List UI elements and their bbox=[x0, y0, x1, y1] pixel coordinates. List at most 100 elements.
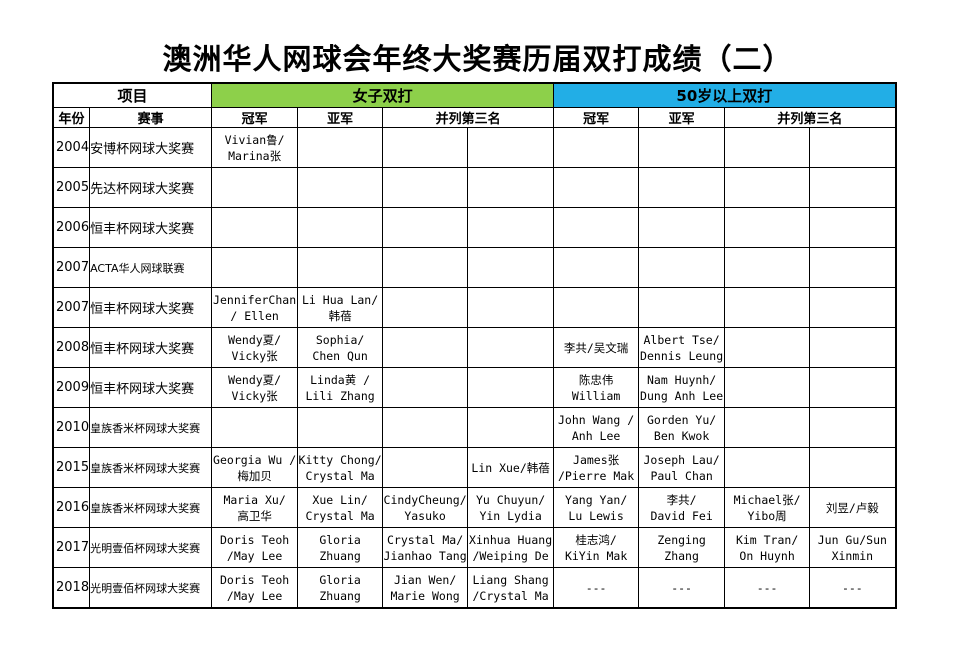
player-line: 高卫华 bbox=[237, 509, 272, 523]
player-line: 梅加贝 bbox=[237, 469, 272, 483]
year-cell: 2007 bbox=[52, 287, 91, 328]
player-line: Yasuko bbox=[404, 509, 446, 523]
women-third-2-cell bbox=[467, 407, 555, 448]
women-runner-up-cell bbox=[297, 407, 384, 448]
player-line: Anh Lee bbox=[571, 429, 621, 443]
women-third-1-cell bbox=[382, 287, 469, 328]
player-line: Yin Lydia bbox=[479, 509, 542, 523]
player-line: Doris Teoh bbox=[219, 533, 290, 547]
player-line: / Ellen bbox=[230, 309, 279, 323]
over50-third-2-cell bbox=[809, 167, 897, 208]
player-line: Lu Lewis bbox=[568, 509, 624, 523]
player-line: --- bbox=[841, 580, 863, 595]
header-over50-champion: 冠军 bbox=[553, 107, 640, 128]
table-row: 2008 恒丰杯网球大奖赛 Wendy夏/Vicky张 Sophia/Chen Qun… bbox=[52, 327, 897, 368]
player-line: John Wang / bbox=[558, 413, 635, 427]
over50-third-1-cell bbox=[724, 367, 811, 408]
player-line: Yu Chuyun/ bbox=[475, 493, 546, 507]
women-runner-up-cell: Gloria Zhuang bbox=[297, 527, 384, 568]
player-line: Marie Wong bbox=[390, 589, 460, 603]
page-title: 澳洲华人网球会年终大奖赛历届双打成绩（二） bbox=[162, 42, 793, 76]
over50-third-1-cell: --- bbox=[724, 567, 811, 609]
over50-champion-cell bbox=[553, 207, 640, 248]
women-third-2-cell bbox=[467, 247, 555, 288]
table-row: 2015 皇族香米杯网球大奖赛 Georgia Wu / 梅加贝 Kitty Chong… bbox=[52, 447, 897, 488]
player-line: 韩蓓 bbox=[328, 309, 352, 323]
table-row: 2009 恒丰杯网球大奖赛 Wendy夏/Vicky张 Linda黄 / Lili Zh… bbox=[52, 367, 897, 408]
year-cell: 2004 bbox=[52, 127, 91, 168]
player-line: 李共/吴文瑞 bbox=[563, 340, 629, 355]
header-year: 年份 bbox=[52, 107, 91, 128]
year-cell: 2018 bbox=[52, 567, 91, 609]
player-line: /May Lee bbox=[226, 549, 283, 563]
header-women-runner-up: 亚军 bbox=[297, 107, 384, 128]
year-cell: 2009 bbox=[52, 367, 91, 408]
player-line: Gloria bbox=[319, 573, 361, 587]
women-champion-cell: Wendy夏/Vicky张 bbox=[211, 327, 299, 368]
header-project: 项目 bbox=[52, 82, 213, 108]
player-line: Chen Qun bbox=[312, 349, 368, 363]
year-cell: 2007 bbox=[52, 247, 91, 288]
over50-third-2-cell bbox=[809, 447, 897, 488]
player-line: Lili Zhang bbox=[305, 389, 375, 403]
over50-third-1-cell: Michael张/Yibo周 bbox=[724, 487, 811, 528]
player-line: Jun Gu/Sun bbox=[817, 533, 887, 547]
player-line: Gloria bbox=[319, 533, 361, 547]
header-women-third: 并列第三名 bbox=[382, 107, 555, 128]
player-line: /Crystal Ma bbox=[472, 589, 549, 603]
women-champion-cell bbox=[211, 207, 299, 248]
women-runner-up-cell: Gloria Zhuang bbox=[297, 567, 384, 609]
over50-champion-cell: Yang Yan/Lu Lewis bbox=[553, 487, 640, 528]
header-event: 赛事 bbox=[89, 107, 213, 128]
over50-runner-up-cell bbox=[638, 287, 726, 328]
event-cell: 恒丰杯网球大奖赛 bbox=[89, 367, 213, 408]
player-line: Lin Xue/韩蓓 bbox=[471, 460, 550, 475]
player-line: Crystal Ma bbox=[305, 509, 375, 523]
women-third-2-cell bbox=[467, 367, 555, 408]
table-row: 2007 ACTA华人网球联赛 bbox=[52, 247, 897, 288]
women-third-2-cell bbox=[467, 287, 555, 328]
player-line: Li Hua Lan/ bbox=[302, 293, 379, 307]
women-runner-up-cell: Kitty Chong/Crystal Ma bbox=[297, 447, 384, 488]
women-champion-cell: Doris Teoh/May Lee bbox=[211, 567, 299, 609]
women-third-2-cell: Lin Xue/韩蓓 bbox=[467, 447, 555, 488]
women-runner-up-cell: Xue Lin/Crystal Ma bbox=[297, 487, 384, 528]
women-champion-cell bbox=[211, 167, 299, 208]
over50-third-2-cell bbox=[809, 407, 897, 448]
over50-champion-cell bbox=[553, 167, 640, 208]
over50-champion-cell: John Wang / Anh Lee bbox=[553, 407, 640, 448]
over50-runner-up-cell: Zenging Zhang bbox=[638, 527, 726, 568]
player-line: KiYin Mak bbox=[564, 549, 628, 563]
women-champion-cell: Doris Teoh/May Lee bbox=[211, 527, 299, 568]
women-third-1-cell bbox=[382, 447, 469, 488]
year-cell: 2010 bbox=[52, 407, 91, 448]
player-line: Marina张 bbox=[228, 149, 282, 163]
event-cell: 皇族香米杯网球大奖赛 bbox=[89, 447, 213, 488]
over50-third-1-cell bbox=[724, 287, 811, 328]
player-line: 陈忠伟 bbox=[578, 373, 614, 387]
over50-third-1-cell bbox=[724, 207, 811, 248]
table-row: 2017 光明壹佰杯网球大奖赛 Doris Teoh/May Lee Gloria Zh… bbox=[52, 527, 897, 568]
player-line: Gorden Yu/ bbox=[646, 413, 717, 427]
player-line: Yibo周 bbox=[747, 509, 787, 523]
over50-champion-cell bbox=[553, 247, 640, 288]
women-champion-cell: Georgia Wu / 梅加贝 bbox=[211, 447, 299, 488]
table-row: 2016 皇族香米杯网球大奖赛 Maria Xu/高卫华 Xue Lin/Crysta… bbox=[52, 487, 897, 528]
women-champion-cell: Maria Xu/高卫华 bbox=[211, 487, 299, 528]
event-cell: 皇族香米杯网球大奖赛 bbox=[89, 487, 213, 528]
player-line: Paul Chan bbox=[650, 469, 713, 483]
year-cell: 2016 bbox=[52, 487, 91, 528]
over50-runner-up-cell bbox=[638, 247, 726, 288]
table-row: 2010 皇族香米杯网球大奖赛 John Wang / Anh Lee Gorden Y… bbox=[52, 407, 897, 448]
player-line: Xue Lin/ bbox=[312, 493, 368, 507]
player-line: David Fei bbox=[650, 509, 713, 523]
player-line: Zhuang bbox=[319, 549, 361, 563]
results-table: 项目 女子双打 50岁以上双打 年份 赛事 冠军 亚军 并列第三名 冠军 亚军 … bbox=[52, 82, 897, 609]
player-line: Nam Huynh/ bbox=[646, 373, 717, 387]
women-runner-up-cell bbox=[297, 207, 384, 248]
header-over50-doubles: 50岁以上双打 bbox=[553, 82, 897, 108]
player-line: Kim Tran/ bbox=[735, 533, 799, 547]
women-champion-cell bbox=[211, 247, 299, 288]
player-line: William bbox=[571, 389, 621, 403]
over50-third-1-cell bbox=[724, 167, 811, 208]
